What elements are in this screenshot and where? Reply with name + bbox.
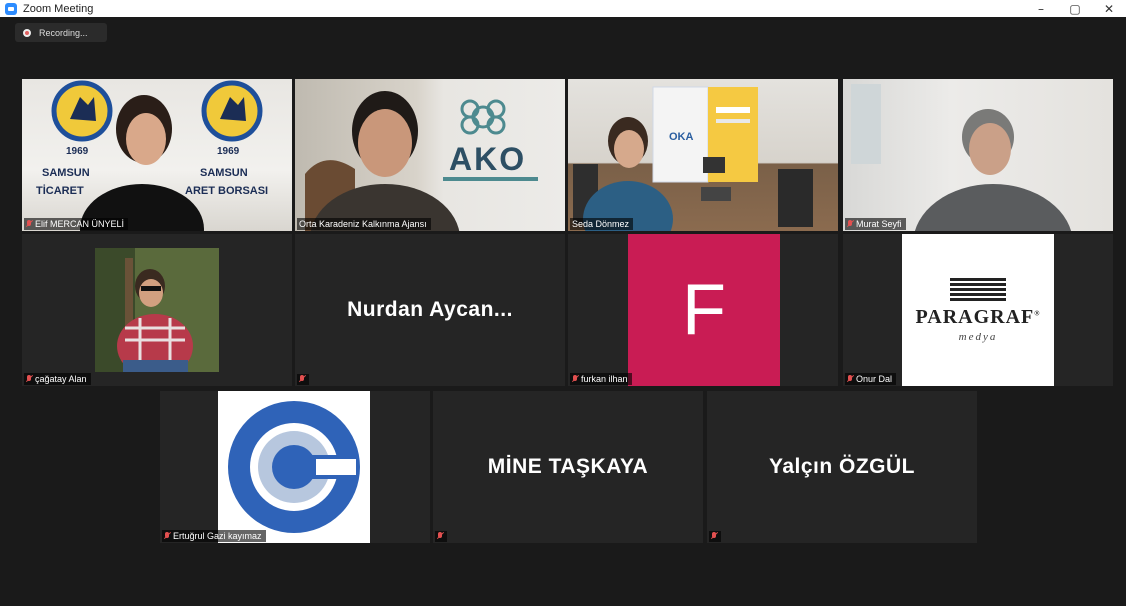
participant-name: çağatay Alan: [35, 374, 87, 384]
minimize-button[interactable]: –: [1024, 0, 1058, 17]
banner-text: ARET BORSASI: [185, 185, 269, 197]
meeting-stage: Recording... 1969 1969 SAMSUN SAMSUN TİC…: [5, 17, 1121, 606]
participant-name-tag: [435, 531, 447, 542]
participant-tile[interactable]: AKO Orta Karadeniz Kalkınma Ajansı: [295, 79, 565, 231]
muted-mic-icon: [572, 374, 578, 384]
participant-name-tag: furkan ilhan: [570, 373, 632, 385]
logo-mark: ®: [1034, 309, 1041, 318]
logo-subtitle: medya: [958, 331, 998, 343]
muted-mic-icon: [847, 374, 853, 384]
muted-mic-icon: [847, 219, 853, 229]
muted-mic-icon: [299, 375, 305, 384]
banner-text: SAMSUN: [42, 167, 90, 179]
participant-name: Murat Seyfi: [856, 219, 902, 229]
window-titlebar: Zoom Meeting – ▢ ✕: [0, 0, 1126, 17]
avatar-letter: F: [682, 270, 726, 350]
participant-name-tag: Seda Dönmez: [570, 218, 634, 230]
camera-feed: AKO: [295, 79, 565, 231]
participant-tile[interactable]: çağatay Alan: [22, 234, 292, 386]
recording-icon: [23, 28, 31, 37]
banner-text: TİCARET: [36, 185, 84, 197]
muted-mic-icon: [164, 531, 170, 541]
participant-tile[interactable]: Murat Seyfi: [843, 79, 1113, 231]
participant-name-tag: Elif MERCAN ÜNYELİ: [24, 218, 129, 230]
muted-mic-icon: [711, 532, 717, 541]
participant-name-tag: [297, 374, 309, 385]
active-speaker-tile[interactable]: OKA Seda Dönmez: [568, 79, 838, 231]
banner-text: 1969: [66, 146, 89, 157]
ako-logo-text: AKO: [449, 141, 527, 177]
participant-tile[interactable]: Ertuğrul Gazi kayımaz: [160, 391, 430, 543]
paragraf-lines-icon: [950, 277, 1006, 302]
camera-feed: 1969 1969 SAMSUN SAMSUN TİCARET ARET BOR…: [22, 79, 292, 231]
circle-logo-avatar: [218, 391, 370, 543]
muted-mic-icon: [437, 532, 443, 541]
participant-name-tag: Onur Dal: [845, 373, 897, 385]
participant-name: furkan ilhan: [581, 374, 628, 384]
participant-tile[interactable]: 1969 1969 SAMSUN SAMSUN TİCARET ARET BOR…: [22, 79, 292, 231]
camera-feed: [843, 79, 1113, 231]
recording-indicator[interactable]: Recording...: [15, 23, 107, 42]
logo-wordmark: PARAGRAF®: [916, 306, 1041, 329]
circle-logo-icon: [228, 401, 360, 533]
muted-mic-icon: [26, 374, 32, 384]
banner-text: 1969: [217, 146, 240, 157]
participant-name: Orta Karadeniz Kalkınma Ajansı: [299, 219, 427, 229]
participant-display-name: Yalçın ÖZGÜL: [768, 455, 916, 478]
participant-name-tag: Orta Karadeniz Kalkınma Ajansı: [297, 218, 431, 230]
banner-text: SAMSUN: [200, 167, 248, 179]
participant-name-tag: çağatay Alan: [24, 373, 91, 385]
recording-label: Recording...: [39, 27, 88, 38]
participant-display-name: Nurdan Aycan...: [347, 298, 513, 321]
participant-name: Elif MERCAN ÜNYELİ: [35, 219, 125, 229]
profile-photo: [95, 248, 219, 378]
participant-name: Seda Dönmez: [572, 219, 630, 229]
participant-tile[interactable]: F furkan ilhan: [568, 234, 838, 386]
participant-display-name: MİNE TAŞKAYA: [487, 455, 649, 478]
logo-text: PARAGRAF: [915, 306, 1035, 328]
participant-name-tag: Murat Seyfi: [845, 218, 906, 230]
participant-tile[interactable]: PARAGRAF® medya Onur Dal: [843, 234, 1113, 386]
maximize-button[interactable]: ▢: [1058, 0, 1092, 17]
muted-mic-icon: [26, 219, 32, 229]
window-title: Zoom Meeting: [23, 2, 94, 15]
zoom-app-icon: [5, 2, 17, 15]
participant-tile[interactable]: Yalçın ÖZGÜL: [707, 391, 977, 543]
oka-logo-text: OKA: [669, 131, 694, 143]
participant-name: Ertuğrul Gazi kayımaz: [173, 531, 262, 541]
participant-tile[interactable]: MİNE TAŞKAYA: [433, 391, 703, 543]
close-button[interactable]: ✕: [1092, 0, 1126, 17]
participant-tile[interactable]: Nurdan Aycan...: [295, 234, 565, 386]
participant-name: Onur Dal: [856, 374, 893, 384]
camera-feed: OKA: [568, 79, 838, 231]
paragraf-logo-avatar: PARAGRAF® medya: [902, 234, 1054, 386]
letter-avatar: F: [628, 234, 780, 386]
participant-name-tag: Ertuğrul Gazi kayımaz: [162, 530, 266, 542]
participant-name-tag: [709, 531, 721, 542]
